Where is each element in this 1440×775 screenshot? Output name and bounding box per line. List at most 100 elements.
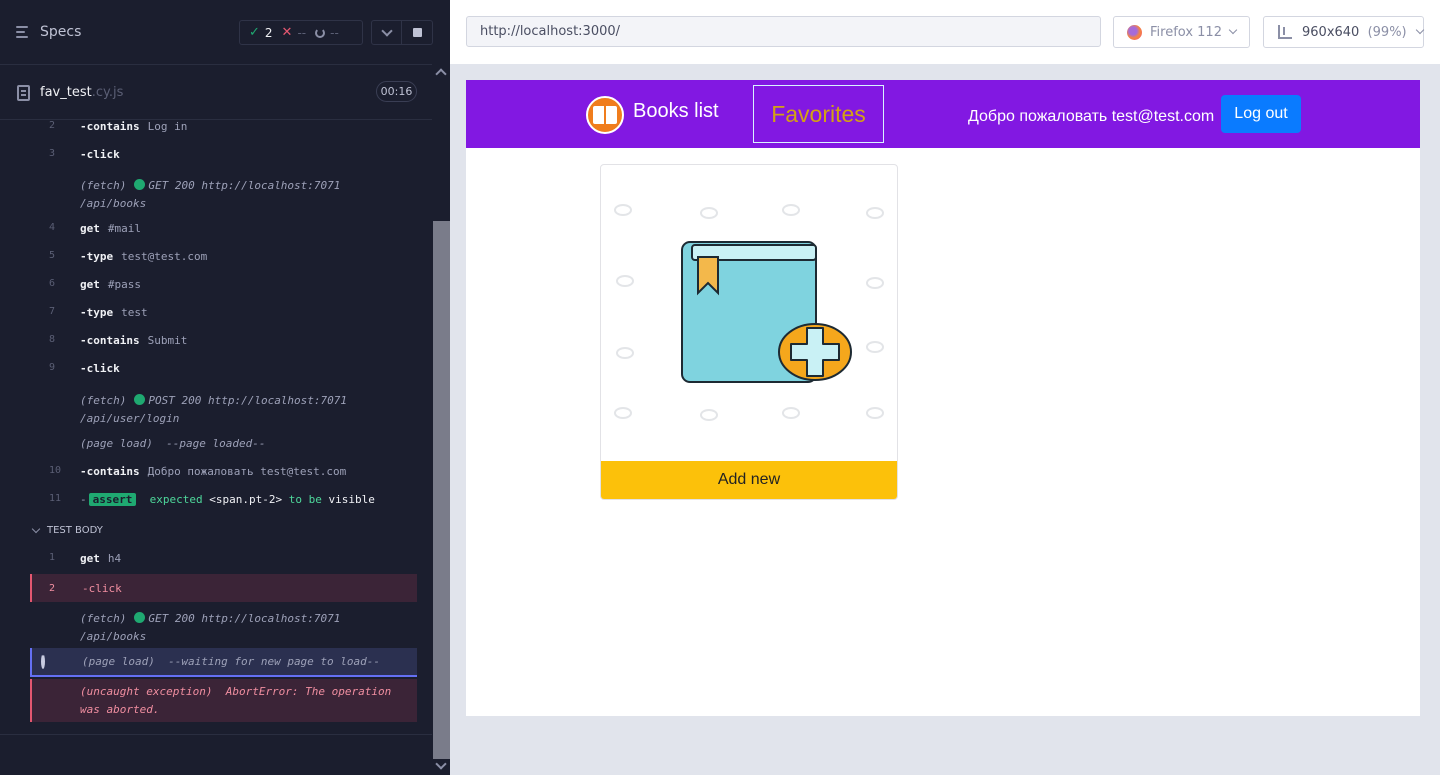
- spec-file-basename: fav_test: [40, 85, 92, 100]
- check-icon: ✓: [249, 25, 260, 40]
- log-type: (uncaught exception): [80, 684, 213, 698]
- add-book-card: Add new: [600, 164, 898, 500]
- passed-count: 2: [264, 25, 273, 40]
- failed-stat: ✕ --: [273, 25, 307, 40]
- scrollbar-thumb[interactable]: [433, 221, 450, 759]
- spec-file-name[interactable]: fav_test.cy.js: [40, 85, 123, 100]
- assert-expected: expected: [149, 493, 203, 506]
- options-dropdown-button[interactable]: [371, 20, 402, 45]
- command-name: get: [80, 278, 100, 291]
- spec-duration: 00:16: [376, 81, 417, 102]
- command-row[interactable]: 9 -click: [30, 362, 417, 376]
- command-arg: test: [121, 306, 148, 319]
- uncaught-exception-row[interactable]: (uncaught exception) AbortError: The ope…: [30, 679, 417, 722]
- log-line: --page loaded--: [166, 437, 266, 450]
- command-name: -contains: [80, 465, 140, 478]
- command-number: 1: [49, 552, 56, 563]
- command-name: get: [80, 552, 100, 565]
- viewport-selector[interactable]: 960x640 (99%): [1263, 16, 1424, 48]
- status-dot-icon: [134, 612, 146, 623]
- specs-button[interactable]: Specs: [16, 24, 81, 40]
- chevron-down-icon: [31, 524, 41, 534]
- fetch-log-row[interactable]: (fetch) GET 200 http://localhost:7071/api…: [30, 177, 417, 213]
- command-number: 9: [49, 362, 56, 373]
- command-number: 7: [49, 306, 56, 317]
- browser-toolbar: http://localhost:3000/ Firefox 112 960x6…: [450, 0, 1440, 64]
- command-arg: Добро пожаловать test@test.com: [147, 465, 347, 478]
- stop-icon: [412, 28, 422, 37]
- failed-count: --: [297, 25, 307, 40]
- command-name: get: [80, 222, 100, 235]
- spec-file-header: fav_test.cy.js 00:16: [0, 66, 432, 120]
- browser-preview: http://localhost:3000/ Firefox 112 960x6…: [450, 0, 1440, 775]
- log-line: POST 200 http://localhost:7071: [148, 394, 348, 407]
- command-arg: Log in: [147, 120, 188, 133]
- command-arg: test@test.com: [121, 250, 208, 263]
- log-line: /api/books: [80, 197, 147, 210]
- document-icon: [17, 85, 30, 101]
- command-name: -contains: [80, 334, 140, 347]
- stop-button[interactable]: [402, 20, 433, 45]
- command-row[interactable]: 7 -type test: [30, 306, 417, 320]
- url-bar[interactable]: http://localhost:3000/: [466, 16, 1101, 47]
- status-dot-icon: [134, 179, 146, 190]
- command-row[interactable]: 2 -contains Log in: [30, 120, 417, 134]
- test-body-section[interactable]: TEST BODY: [30, 524, 103, 536]
- command-row[interactable]: 1 get h4: [30, 552, 417, 566]
- chevron-down-icon: [380, 24, 393, 37]
- section-title: TEST BODY: [47, 525, 103, 536]
- assert-row[interactable]: 11 - assert expected <span.pt-2> to be vi…: [30, 493, 417, 508]
- assert-state: visible: [328, 493, 375, 506]
- command-name: -click: [82, 581, 122, 595]
- log-type: (page load): [82, 655, 155, 668]
- page-load-row-active[interactable]: (page load) --waiting for new page to lo…: [30, 648, 417, 677]
- command-row[interactable]: 6 get #pass: [30, 278, 417, 292]
- command-row[interactable]: 4 get #mail: [30, 222, 417, 236]
- chevron-down-icon: [1415, 25, 1424, 35]
- logout-button[interactable]: Log out: [1221, 95, 1301, 133]
- page-load-row[interactable]: (page load) --page loaded--: [30, 437, 417, 451]
- command-name: -contains: [80, 120, 140, 133]
- pending-icon: [315, 27, 326, 38]
- browser-name: Firefox 112: [1150, 24, 1222, 40]
- log-type: (fetch): [80, 179, 127, 192]
- cypress-reporter: Specs ✓ 2 ✕ -- -- fav_test.cy.js 00:16 2…: [0, 0, 450, 775]
- command-arg: #pass: [107, 278, 141, 291]
- x-icon: ✕: [281, 25, 293, 40]
- failed-command-row[interactable]: 2 -click: [30, 574, 417, 602]
- log-type: (page load): [80, 437, 153, 450]
- command-number: 2: [49, 582, 56, 594]
- favorites-link[interactable]: Favorites: [753, 85, 884, 143]
- command-row[interactable]: 5 -type test@test.com: [30, 250, 417, 264]
- command-log: 2 -contains Log in 3 -click (fetch) GET 20…: [30, 120, 417, 722]
- command-number: 2: [49, 120, 56, 131]
- fetch-log-row[interactable]: (fetch) GET 200 http://localhost:7071/api…: [30, 610, 417, 646]
- firefox-icon: [1127, 24, 1142, 40]
- command-number: 4: [49, 222, 56, 233]
- command-name: -type: [80, 306, 114, 319]
- specs-menu-icon: [16, 25, 32, 39]
- reporter-header: Specs ✓ 2 ✕ -- --: [0, 0, 433, 65]
- pending-count: --: [330, 25, 339, 40]
- status-dot-icon: [134, 394, 146, 405]
- viewport-zoom: (99%): [1367, 24, 1407, 40]
- browser-selector[interactable]: Firefox 112: [1113, 16, 1250, 48]
- log-line: /api/user/login: [80, 412, 180, 425]
- chevron-down-icon: [1228, 25, 1238, 35]
- assert-badge: assert: [88, 493, 137, 506]
- fetch-log-row[interactable]: (fetch) POST 200 http://localhost:7071/ap…: [30, 392, 417, 428]
- brand-link[interactable]: Books list: [633, 100, 719, 123]
- command-row[interactable]: 10 -contains Добро пожаловать test@test.c…: [30, 465, 417, 479]
- specs-label: Specs: [40, 24, 82, 40]
- command-row[interactable]: 8 -contains Submit: [30, 334, 417, 348]
- book-logo-icon[interactable]: [586, 96, 624, 134]
- log-line: GET 200 http://localhost:7071: [148, 612, 341, 625]
- assert-to-be: to be: [288, 493, 322, 506]
- command-row[interactable]: 3 -click: [30, 148, 417, 162]
- log-type: (fetch): [80, 394, 127, 407]
- app-under-test: Books list Favorites Добро пожаловать te…: [466, 80, 1420, 716]
- spec-file-ext: .cy.js: [91, 85, 124, 100]
- add-new-button[interactable]: Add new: [601, 461, 897, 499]
- assert-subject: <span.pt-2>: [209, 493, 283, 506]
- command-arg: Submit: [147, 334, 188, 347]
